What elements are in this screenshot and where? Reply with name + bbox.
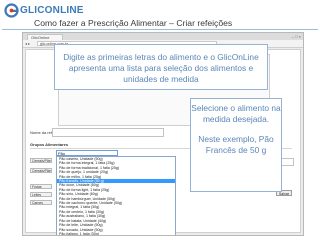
slide-title: Como fazer a Prescrição Alimentar – Cria… [34, 18, 233, 28]
group-button[interactable]: Frutas [30, 184, 52, 189]
callout-instructions: Digite as primeiras letras do alimento e… [54, 44, 268, 90]
description-input[interactable] [52, 128, 164, 137]
food-autocomplete-list[interactable]: Pão caseiro, Unidade (50g) Pão de forma i… [56, 156, 176, 235]
group-button[interactable]: Carnes [30, 200, 52, 205]
window-controls[interactable]: – □ × [292, 34, 301, 39]
group-button[interactable]: Cereais/Pães [30, 168, 52, 173]
callout-selection-text: Selecione o alimento na medida desejada. [191, 103, 281, 124]
callout-example-text: Neste exemplo, Pão Francês de 50 g [198, 134, 274, 155]
callout-selection: Selecione o alimento na medida desejada.… [190, 98, 282, 192]
group-label: Grupos Alimentares [30, 142, 69, 147]
dropdown-item[interactable]: Pão italiano, 1 fatia (30g) [57, 232, 175, 235]
glic-online-logo: GLICONLINE [4, 3, 83, 19]
group-button[interactable]: Cereais/Pães [30, 158, 52, 163]
title-divider [2, 29, 318, 30]
nav-arrows-icon[interactable]: ◂▸ [25, 41, 31, 46]
group-button[interactable]: Leites [30, 192, 52, 197]
tab-bar: GlicOnline – □ × [23, 33, 303, 40]
logo-text: GLICONLINE [20, 5, 84, 16]
glic-online-logo-icon [4, 3, 19, 18]
